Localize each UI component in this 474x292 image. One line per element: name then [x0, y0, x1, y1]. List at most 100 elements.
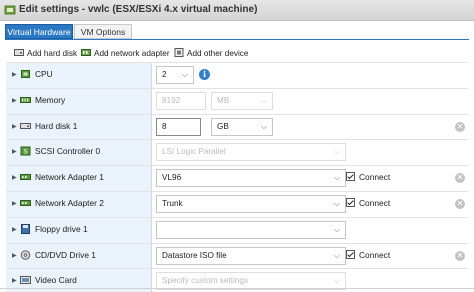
- row-floppy-drive-1: ▶ Floppy drive 1 ⌵: [6, 216, 468, 243]
- scsi-icon: S: [20, 146, 31, 156]
- network-icon: [20, 174, 31, 181]
- chevron-down-icon: ⌵: [333, 199, 340, 208]
- add-hard-disk-label: Add hard disk: [27, 49, 78, 58]
- row-cpu: ▶ CPU 2 ⌵ i: [6, 62, 468, 88]
- row-label-cell: ▶ S SCSI Controller 0: [6, 140, 152, 166]
- floppy-select[interactable]: ⌵: [156, 220, 346, 239]
- connect-label: Connect: [359, 249, 391, 260]
- memory-icon: [20, 96, 31, 103]
- add-network-adapter-label: Add network adapter: [94, 49, 170, 58]
- row-label: Floppy drive 1: [35, 223, 88, 234]
- row-label-cell: ▶ Floppy drive 1: [6, 217, 152, 243]
- chevron-down-icon: ⌵: [333, 147, 340, 157]
- expand-arrow-icon[interactable]: ▶: [12, 277, 17, 284]
- hard-disk-size-value: 8: [162, 121, 167, 131]
- network-2-value: Trunk: [162, 199, 183, 208]
- chevron-down-icon: ⌵: [260, 95, 267, 105]
- video-card-icon: [20, 276, 31, 285]
- expand-arrow-icon[interactable]: ▶: [12, 200, 17, 207]
- connect-checkbox[interactable]: [346, 198, 355, 207]
- network-icon: [20, 200, 31, 206]
- expand-arrow-icon[interactable]: ▶: [12, 71, 17, 78]
- chevron-down-icon: ⌵: [260, 121, 267, 131]
- hard-disk-icon: [14, 49, 24, 56]
- cd-dvd-select[interactable]: Datastore ISO file ⌵: [156, 246, 346, 265]
- dialog-title: Edit settings - vwlc (ESX/ESXi 4.x virtu…: [19, 4, 258, 15]
- memory-unit-value: MB: [217, 95, 230, 105]
- cd-icon: [20, 249, 31, 260]
- row-label-cell: ▶ Network Adapter 1: [6, 166, 152, 191]
- remove-device-icon[interactable]: ✕: [455, 199, 465, 209]
- svg-text:S: S: [24, 149, 28, 156]
- hard-disk-size-input[interactable]: 8: [156, 117, 201, 136]
- row-hard-disk-1: ▶ Hard disk 1 8 GB ⌵ ✕: [6, 113, 468, 140]
- chevron-down-icon: ⌵: [333, 276, 340, 286]
- network-2-select[interactable]: Trunk ⌵: [156, 195, 346, 213]
- remove-device-icon[interactable]: ✕: [455, 250, 465, 261]
- row-label: CD/DVD Drive 1: [35, 249, 96, 260]
- scsi-type-select[interactable]: LSI Logic Parallel ⌵: [156, 143, 346, 162]
- bottom-divider: [0, 288, 474, 289]
- connect-label: Connect: [359, 172, 391, 183]
- tab-divider: [5, 39, 469, 40]
- hard-disk-unit-select[interactable]: GB ⌵: [211, 117, 273, 136]
- row-label-cell: ▶ Memory: [6, 88, 152, 114]
- add-hard-disk-button[interactable]: Add hard disk: [14, 48, 77, 59]
- remove-device-icon[interactable]: ✕: [455, 121, 465, 132]
- row-cd-dvd-drive-1: ▶ CD/DVD Drive 1 Datastore ISO file ⌵ Con…: [6, 242, 468, 269]
- connect-checkbox[interactable]: [346, 249, 355, 259]
- row-label: Memory: [35, 94, 66, 105]
- memory-unit-select[interactable]: MB ⌵: [211, 91, 273, 110]
- expand-arrow-icon[interactable]: ▶: [12, 226, 17, 233]
- row-label: Video Card: [35, 275, 77, 286]
- memory-size-input[interactable]: 8192: [156, 91, 206, 110]
- expand-arrow-icon[interactable]: ▶: [12, 148, 17, 155]
- expand-arrow-icon[interactable]: ▶: [12, 123, 17, 130]
- network-1-select[interactable]: VL96 ⌵: [156, 169, 346, 188]
- add-other-device-button[interactable]: Add other device: [174, 48, 248, 59]
- expand-arrow-icon[interactable]: ▶: [12, 252, 17, 259]
- network-1-value: VL96: [162, 173, 182, 183]
- memory-size-value: 8192: [162, 95, 181, 105]
- row-label-cell: ▶ Hard disk 1: [6, 114, 152, 140]
- expand-arrow-icon[interactable]: ▶: [12, 97, 17, 104]
- row-label: Hard disk 1: [35, 120, 78, 131]
- floppy-icon: [21, 223, 30, 234]
- hardware-table: ▶ CPU 2 ⌵ i ▶ Memory 8192 MB ⌵ ▶ Hard disk…: [6, 62, 468, 292]
- row-network-adapter-1: ▶ Network Adapter 1 VL96 ⌵ Connect ✕: [6, 165, 468, 191]
- hard-disk-icon: [20, 122, 31, 129]
- hard-disk-unit-value: GB: [217, 121, 229, 131]
- add-other-device-label: Add other device: [187, 49, 249, 58]
- info-icon[interactable]: i: [199, 69, 210, 80]
- tab-virtual-hardware[interactable]: Virtual Hardware: [5, 24, 73, 39]
- tab-vm-options[interactable]: VM Options: [74, 24, 132, 39]
- cpu-count-select[interactable]: 2 ⌵: [156, 66, 194, 84]
- row-network-adapter-2: ▶ Network Adapter 2 Trunk ⌵ Connect ✕: [6, 191, 468, 217]
- row-label: CPU: [35, 69, 53, 79]
- connect-checkbox[interactable]: [346, 172, 355, 182]
- row-label-cell: ▶ CD/DVD Drive 1: [6, 243, 152, 269]
- chevron-down-icon: ⌵: [333, 224, 340, 234]
- chevron-down-icon: ⌵: [333, 250, 340, 260]
- vm-edit-icon: [4, 5, 16, 15]
- cpu-count-value: 2: [162, 70, 167, 79]
- expand-arrow-icon[interactable]: ▶: [12, 174, 17, 181]
- row-label: Network Adapter 1: [35, 172, 104, 183]
- video-card-value: Specify custom settings: [162, 276, 249, 286]
- row-label-cell: ▶ CPU: [6, 63, 152, 88]
- connect-label: Connect: [359, 198, 391, 208]
- chevron-down-icon: ⌵: [181, 70, 188, 79]
- other-device-icon: [174, 48, 184, 57]
- chevron-down-icon: ⌵: [333, 173, 340, 183]
- row-label-cell: ▶ Network Adapter 2: [6, 192, 152, 217]
- row-label: Network Adapter 2: [35, 198, 104, 208]
- cpu-icon: [21, 70, 30, 78]
- row-label: SCSI Controller 0: [35, 146, 101, 157]
- dialog-titlebar: Edit settings - vwlc (ESX/ESXi 4.x virtu…: [0, 0, 474, 21]
- scsi-type-value: LSI Logic Parallel: [162, 147, 226, 157]
- network-adapter-icon: [81, 49, 91, 56]
- row-memory: ▶ Memory 8192 MB ⌵: [6, 87, 468, 114]
- remove-device-icon[interactable]: ✕: [455, 173, 465, 184]
- add-network-adapter-button[interactable]: Add network adapter: [81, 48, 170, 59]
- row-scsi-controller-0: ▶ S SCSI Controller 0 LSI Logic Parallel…: [6, 139, 468, 166]
